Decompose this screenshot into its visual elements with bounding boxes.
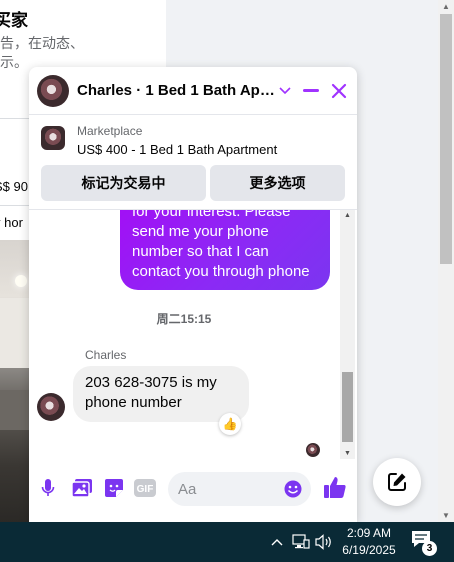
message-composer: GIF (29, 461, 357, 522)
scroll-down-arrow-icon[interactable]: ▼ (438, 511, 454, 520)
minimize-icon[interactable] (299, 79, 323, 103)
scroll-down-arrow-icon[interactable]: ▼ (340, 450, 355, 457)
close-icon[interactable] (327, 79, 351, 103)
message-timestamp: 周二15:15 (156, 312, 212, 326)
scrollbar-thumb[interactable] (342, 372, 353, 442)
clock-time: 2:09 AM (346, 526, 392, 540)
message-text-line: send me your phone (132, 223, 269, 240)
message-text-line: number so that I can (132, 243, 269, 260)
outgoing-message[interactable]: for your interest. Please send me your p… (120, 210, 330, 290)
microphone-icon[interactable] (35, 475, 61, 501)
message-text-line: contact you through phone (132, 263, 310, 280)
message-text-line: phone number (85, 394, 182, 411)
taskbar: 2:09 AM 6/19/2025 3 (0, 522, 454, 562)
chat-title[interactable]: Charles · 1 Bed 1 Bath Apar... (77, 82, 275, 99)
chevron-down-icon[interactable] (273, 79, 297, 103)
message-input-wrapper (168, 472, 311, 506)
thumbs-up-send-icon[interactable] (321, 473, 349, 501)
scroll-up-arrow-icon[interactable]: ▲ (438, 2, 454, 11)
volume-icon[interactable] (315, 533, 333, 551)
listing-thumbnail[interactable] (41, 126, 65, 150)
page-heading: 买家 (0, 11, 28, 30)
clock-date: 6/19/2025 (342, 543, 396, 557)
seen-indicator-avatar (306, 443, 320, 457)
sender-avatar[interactable] (37, 393, 65, 421)
message-input[interactable] (178, 479, 278, 499)
gif-label: GIF (137, 484, 154, 495)
page-subtitle-line: 告，在动态、 (0, 35, 84, 51)
scrollbar-thumb[interactable] (440, 14, 452, 264)
chat-header: Charles · 1 Bed 1 Bath Apar... (29, 67, 357, 115)
chat-window: Charles · 1 Bed 1 Bath Apar... Marketpla… (29, 67, 357, 522)
more-options-button[interactable]: 更多选项 (210, 165, 345, 201)
show-hidden-icons-icon[interactable] (268, 533, 286, 551)
mark-pending-button[interactable]: 标记为交易中 (41, 165, 206, 201)
thumbs-up-reaction-icon[interactable]: 👍 (219, 413, 241, 435)
ceiling-light (15, 275, 27, 287)
message-text-line: for your interest. Please (132, 210, 291, 220)
network-icon[interactable] (292, 533, 310, 551)
listing-title[interactable]: US$ 400 - 1 Bed 1 Bath Apartment (77, 142, 277, 157)
listing-description-partial: y hor (0, 215, 23, 230)
avatar[interactable] (37, 75, 69, 107)
cabinet (0, 298, 30, 368)
page-subtitle-line: 示。 (0, 54, 28, 70)
notification-center-button[interactable]: 3 (411, 530, 437, 556)
new-message-button[interactable] (373, 458, 421, 506)
message-list: for your interest. Please send me your p… (29, 210, 357, 461)
scroll-up-arrow-icon[interactable]: ▲ (340, 212, 355, 219)
listing-price-partial: S$ 90 (0, 179, 28, 194)
incoming-message[interactable]: 203 628-3075 is my phone number (73, 366, 249, 422)
compose-icon (388, 473, 406, 491)
marketplace-listing-card: Marketplace US$ 400 - 1 Bed 1 Bath Apart… (29, 116, 357, 210)
sticker-icon[interactable] (101, 475, 127, 501)
system-clock[interactable]: 2:09 AM 6/19/2025 (338, 525, 400, 559)
sender-name: Charles (85, 348, 127, 362)
emoji-icon[interactable] (284, 480, 302, 498)
listing-source: Marketplace (77, 124, 143, 138)
message-text-line: 203 628-3075 is my (85, 374, 217, 391)
photo-icon[interactable] (69, 475, 95, 501)
page-scrollbar[interactable]: ▲ ▼ (438, 0, 454, 522)
countertop (0, 390, 30, 430)
gif-icon[interactable]: GIF (132, 475, 158, 501)
message-scrollbar[interactable]: ▲ ▼ (340, 210, 355, 459)
notification-badge: 3 (422, 541, 437, 556)
